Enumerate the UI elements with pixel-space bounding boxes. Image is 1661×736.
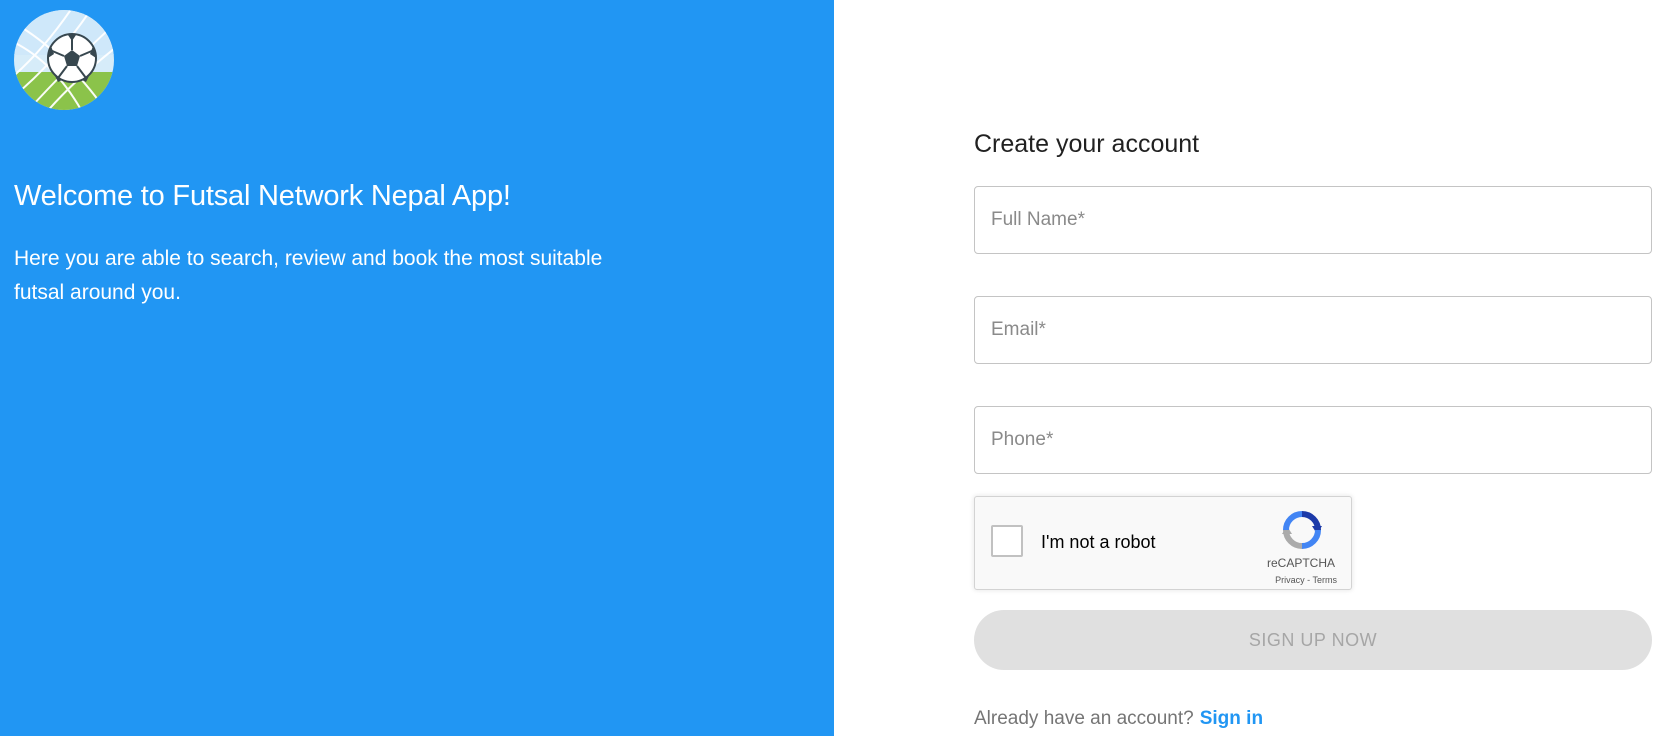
recaptcha-icon: [1282, 511, 1322, 549]
form-title: Create your account: [974, 130, 1200, 158]
sign-up-button[interactable]: SIGN UP NOW: [974, 610, 1652, 670]
welcome-description: Here you are able to search, review and …: [14, 247, 603, 304]
recaptcha-brand: reCAPTCHA: [1266, 556, 1335, 570]
welcome-panel: Welcome to Futsal Network Nepal App! Her…: [0, 0, 834, 736]
sign-in-link[interactable]: Sign in: [1200, 708, 1263, 729]
soccer-ball-net-icon: [14, 10, 114, 110]
recaptcha-checkbox[interactable]: [991, 525, 1023, 557]
full-name-input[interactable]: [974, 186, 1652, 254]
signin-row: Already have an account? Sign in: [974, 708, 1263, 730]
recaptcha-label: I'm not a robot: [1041, 532, 1156, 552]
recaptcha-widget: I'm not a robot reCAPTCHA Privacy - Term…: [974, 496, 1352, 590]
phone-input[interactable]: [974, 406, 1652, 474]
recaptcha-privacy-terms[interactable]: Privacy - Terms: [1275, 575, 1337, 585]
welcome-title: Welcome to Futsal Network Nepal App!: [14, 180, 511, 212]
signup-form-panel: Create your account I'm not a robot reCA…: [834, 0, 1661, 736]
signin-prompt: Already have an account?: [974, 708, 1194, 729]
email-input[interactable]: [974, 296, 1652, 364]
